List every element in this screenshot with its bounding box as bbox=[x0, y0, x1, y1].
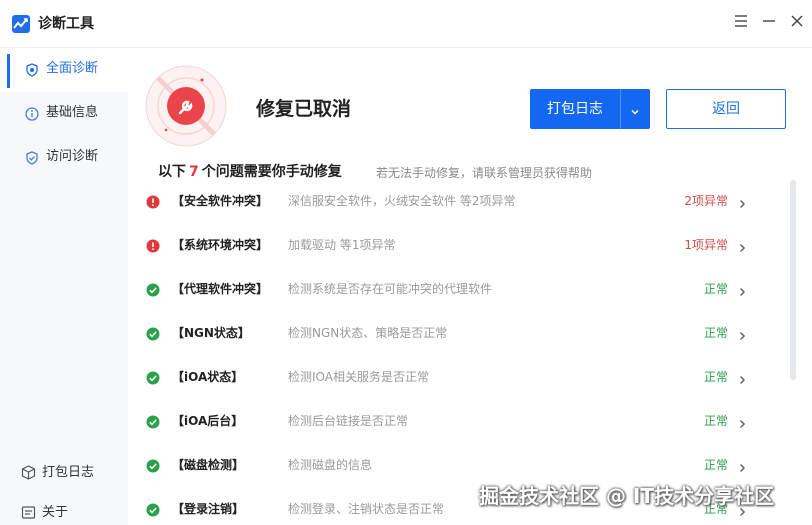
split-divider bbox=[620, 89, 621, 129]
menu-icon[interactable] bbox=[732, 12, 750, 30]
error-icon bbox=[146, 238, 160, 253]
minimize-icon[interactable] bbox=[760, 12, 778, 30]
pack-logs-button[interactable]: 打包日志 bbox=[530, 89, 650, 129]
chevron-right-icon bbox=[736, 283, 748, 297]
item-name: 【iOA状态】 bbox=[172, 370, 244, 384]
check-circle-icon bbox=[146, 458, 160, 473]
app-title: 诊断工具 bbox=[38, 16, 94, 32]
check-circle-icon bbox=[146, 414, 160, 429]
watermark: 掘金技术社区 @ IT技术分享社区 bbox=[479, 484, 775, 508]
shield-scan-icon bbox=[25, 62, 39, 77]
summary-suffix: 个问题需要你手动修复 bbox=[201, 164, 342, 180]
sidebar-about[interactable]: 关于 bbox=[0, 495, 128, 525]
sidebar-item-label: 访问诊断 bbox=[46, 149, 99, 164]
list-item[interactable]: 【iOA状态】 检测IOA相关服务是否正常 正常 bbox=[128, 356, 804, 400]
chevron-right-icon bbox=[736, 239, 748, 253]
item-description: 加载驱动 等1项异常 bbox=[288, 238, 396, 252]
check-circle-icon bbox=[146, 502, 160, 517]
item-description: 检测登录、注销状态是否正常 bbox=[288, 502, 445, 516]
item-name: 【磁盘检测】 bbox=[172, 458, 245, 472]
summary-prefix: 以下 bbox=[158, 164, 186, 180]
item-name: 【登录注销】 bbox=[172, 502, 245, 516]
list-item[interactable]: 【NGN状态】 检测NGN状态、策略是否正常 正常 bbox=[128, 312, 804, 356]
sidebar-item-label: 全面诊断 bbox=[46, 61, 99, 76]
error-icon bbox=[146, 194, 160, 209]
item-status: 正常 bbox=[703, 414, 728, 428]
list-scrollbar[interactable] bbox=[790, 180, 796, 380]
sidebar-item-label: 基础信息 bbox=[46, 105, 99, 120]
item-name: 【安全软件冲突】 bbox=[172, 194, 269, 208]
chevron-down-icon[interactable] bbox=[629, 103, 641, 115]
issue-summary: 以下 7 个问题需要你手动修复 bbox=[158, 162, 342, 182]
page-title: 修复已取消 bbox=[256, 98, 352, 120]
info-shield-icon bbox=[25, 106, 39, 121]
item-name: 【NGN状态】 bbox=[172, 326, 250, 340]
item-status: 2项异常 bbox=[684, 194, 728, 208]
item-status: 正常 bbox=[703, 282, 728, 296]
sidebar-about-label: 关于 bbox=[42, 505, 69, 520]
item-name: 【代理软件冲突】 bbox=[172, 282, 269, 296]
chevron-right-icon bbox=[736, 459, 748, 473]
list-item[interactable]: 【iOA后台】 检测后台链接是否正常 正常 bbox=[128, 400, 804, 444]
sidebar-pack-logs[interactable]: 打包日志 bbox=[0, 455, 128, 491]
check-circle-icon bbox=[146, 282, 160, 297]
main-panel: 修复已取消 打包日志 返回 以下 7 个问题需要你手动修复 若无法手动修复，请联系管… bbox=[128, 48, 812, 525]
item-status: 正常 bbox=[703, 458, 728, 472]
item-description: 检测NGN状态、策略是否正常 bbox=[288, 326, 448, 340]
repair-cancelled-icon bbox=[144, 64, 228, 148]
chevron-right-icon bbox=[736, 415, 748, 429]
sidebar-item-full-diagnosis[interactable]: 全面诊断 bbox=[0, 48, 128, 92]
item-name: 【iOA后台】 bbox=[172, 414, 244, 428]
active-indicator bbox=[7, 54, 10, 88]
chevron-right-icon bbox=[736, 327, 748, 341]
item-status: 1项异常 bbox=[684, 238, 728, 252]
sidebar-item-access-diagnosis[interactable]: 访问诊断 bbox=[0, 136, 128, 180]
check-circle-icon bbox=[146, 370, 160, 385]
list-item[interactable]: 【安全软件冲突】 深信服安全软件，火绒安全软件 等2项异常 2项异常 bbox=[128, 180, 804, 224]
diagnosis-list: 【安全软件冲突】 深信服安全软件，火绒安全软件 等2项异常 2项异常 【系统环境… bbox=[128, 180, 812, 525]
chevron-right-icon bbox=[736, 371, 748, 385]
app-logo-icon bbox=[11, 14, 31, 34]
check-circle-icon bbox=[146, 326, 160, 341]
item-description: 检测后台链接是否正常 bbox=[288, 414, 409, 428]
title-bar: 诊断工具 bbox=[0, 0, 812, 48]
back-button[interactable]: 返回 bbox=[666, 89, 786, 129]
pack-logs-button-label: 打包日志 bbox=[547, 101, 603, 117]
access-shield-icon bbox=[25, 150, 39, 165]
item-description: 检测IOA相关服务是否正常 bbox=[288, 370, 429, 384]
list-item[interactable]: 【代理软件冲突】 检测系统是否存在可能冲突的代理软件 正常 bbox=[128, 268, 804, 312]
item-name: 【系统环境冲突】 bbox=[172, 238, 269, 252]
about-icon bbox=[21, 505, 36, 520]
sidebar-pack-logs-label: 打包日志 bbox=[42, 465, 95, 480]
chevron-right-icon bbox=[736, 195, 748, 209]
sidebar-item-basic-info[interactable]: 基础信息 bbox=[0, 92, 128, 136]
item-status: 正常 bbox=[703, 370, 728, 384]
close-icon[interactable] bbox=[788, 12, 806, 30]
item-description: 深信服安全软件，火绒安全软件 等2项异常 bbox=[288, 194, 516, 208]
item-description: 检测磁盘的信息 bbox=[288, 458, 373, 472]
package-icon bbox=[21, 465, 36, 480]
item-status: 正常 bbox=[703, 326, 728, 340]
sidebar: 全面诊断 基础信息 访问诊断 打包日志 关于 bbox=[0, 48, 128, 525]
issue-count: 7 bbox=[189, 164, 199, 180]
list-item[interactable]: 【系统环境冲突】 加载驱动 等1项异常 1项异常 bbox=[128, 224, 804, 268]
item-description: 检测系统是否存在可能冲突的代理软件 bbox=[288, 282, 493, 296]
